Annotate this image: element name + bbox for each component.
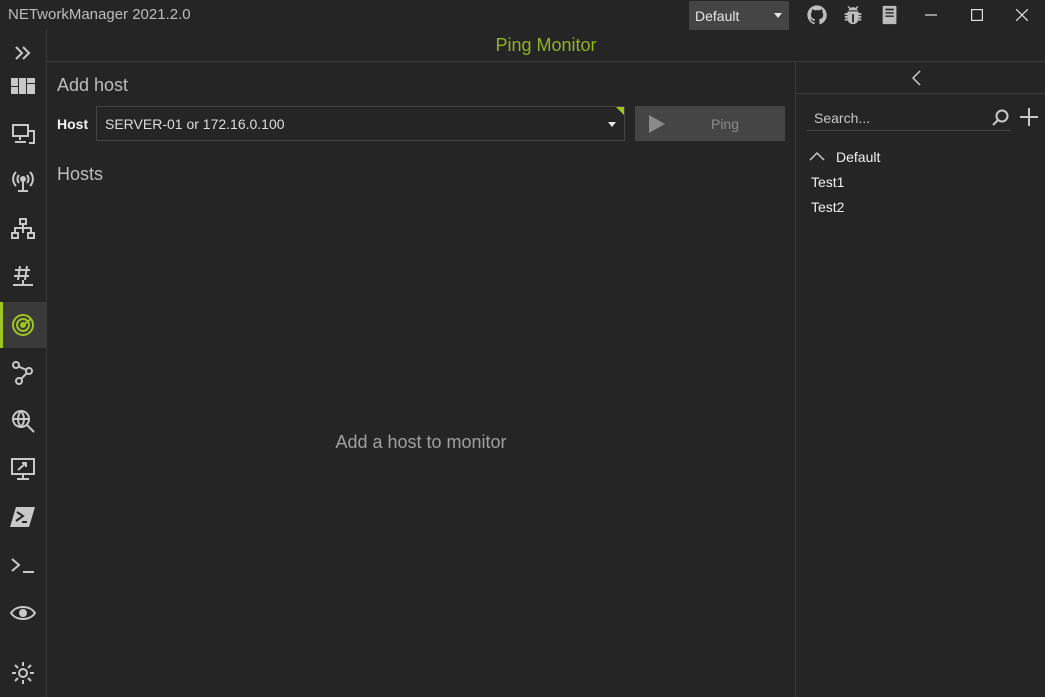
profile-item[interactable]: Test2 xyxy=(811,199,844,215)
remote-desktop-icon xyxy=(11,458,35,480)
ping-monitor-main: Add host Host SERVER-01 or 172.16.0.100 … xyxy=(47,62,795,697)
profiles-panel: Default Test1 Test2 xyxy=(795,62,1045,697)
radar-icon xyxy=(12,314,34,336)
collapse-panel-button[interactable] xyxy=(796,62,1045,94)
profile-item[interactable]: Test1 xyxy=(811,174,844,190)
terminal-icon xyxy=(11,558,34,573)
profile-group-name: Default xyxy=(836,149,881,165)
title-bar: NETworkManager 2021.2.0 Default xyxy=(0,0,1045,30)
chevron-up-icon xyxy=(809,151,825,161)
profile-file-value: Default xyxy=(695,8,740,24)
app-title: NETworkManager 2021.2.0 xyxy=(8,6,191,23)
route-icon xyxy=(12,361,33,385)
bug-report-icon[interactable] xyxy=(842,4,864,26)
nav-item-subnet-calculator[interactable] xyxy=(0,254,46,300)
host-input-placeholder: SERVER-01 or 172.16.0.100 xyxy=(105,116,285,132)
page-header: Ping Monitor xyxy=(47,30,1045,62)
nav-item-tightvnc[interactable] xyxy=(0,590,46,636)
nav-item-dns-lookup[interactable] xyxy=(0,398,46,444)
documentation-icon[interactable] xyxy=(879,4,901,26)
wifi-antenna-icon xyxy=(12,171,34,192)
profile-file-select[interactable]: Default xyxy=(689,1,789,30)
add-profile-icon[interactable] xyxy=(1019,107,1039,127)
nav-item-ip-scanner[interactable] xyxy=(0,206,46,252)
eye-icon xyxy=(10,606,36,620)
nav-item-traceroute[interactable] xyxy=(0,350,46,396)
profile-search[interactable] xyxy=(807,105,1011,131)
nav-item-wifi[interactable] xyxy=(0,158,46,204)
page-title: Ping Monitor xyxy=(495,35,597,55)
validation-indicator xyxy=(616,107,624,115)
chevron-down-icon[interactable] xyxy=(608,122,616,127)
host-label: Host xyxy=(57,116,89,132)
nav-item-network-interface[interactable] xyxy=(0,111,46,157)
host-input[interactable]: SERVER-01 or 172.16.0.100 xyxy=(96,106,625,141)
dashboard-icon xyxy=(11,78,35,94)
chevron-left-icon xyxy=(911,70,921,86)
search-input[interactable] xyxy=(807,105,985,130)
subnet-hash-icon xyxy=(13,265,33,286)
network-scan-icon xyxy=(11,218,35,239)
gear-icon[interactable] xyxy=(0,650,46,696)
search-icon xyxy=(992,109,1009,126)
chevron-down-icon xyxy=(774,13,782,18)
nav-item-dashboard[interactable] xyxy=(0,63,46,109)
close-icon[interactable] xyxy=(999,0,1045,30)
ping-button-label: Ping xyxy=(710,116,740,132)
profile-group-default[interactable]: Default xyxy=(809,147,1029,167)
empty-hosts-message: Add a host to monitor xyxy=(335,432,507,452)
nav-item-putty[interactable] xyxy=(0,542,46,588)
add-host-heading: Add host xyxy=(57,75,129,95)
hosts-heading: Hosts xyxy=(57,164,104,184)
github-icon[interactable] xyxy=(806,4,828,26)
network-interface-icon xyxy=(12,124,35,144)
minimize-icon[interactable] xyxy=(908,0,954,30)
nav-item-powershell[interactable] xyxy=(0,494,46,540)
ping-button[interactable]: Ping xyxy=(635,106,785,141)
nav-item-ping-monitor[interactable] xyxy=(0,302,46,348)
powershell-icon xyxy=(10,507,35,527)
maximize-icon[interactable] xyxy=(954,0,1000,30)
left-navigation xyxy=(0,30,47,697)
globe-search-icon xyxy=(12,410,35,433)
nav-item-remote-desktop[interactable] xyxy=(0,446,46,492)
